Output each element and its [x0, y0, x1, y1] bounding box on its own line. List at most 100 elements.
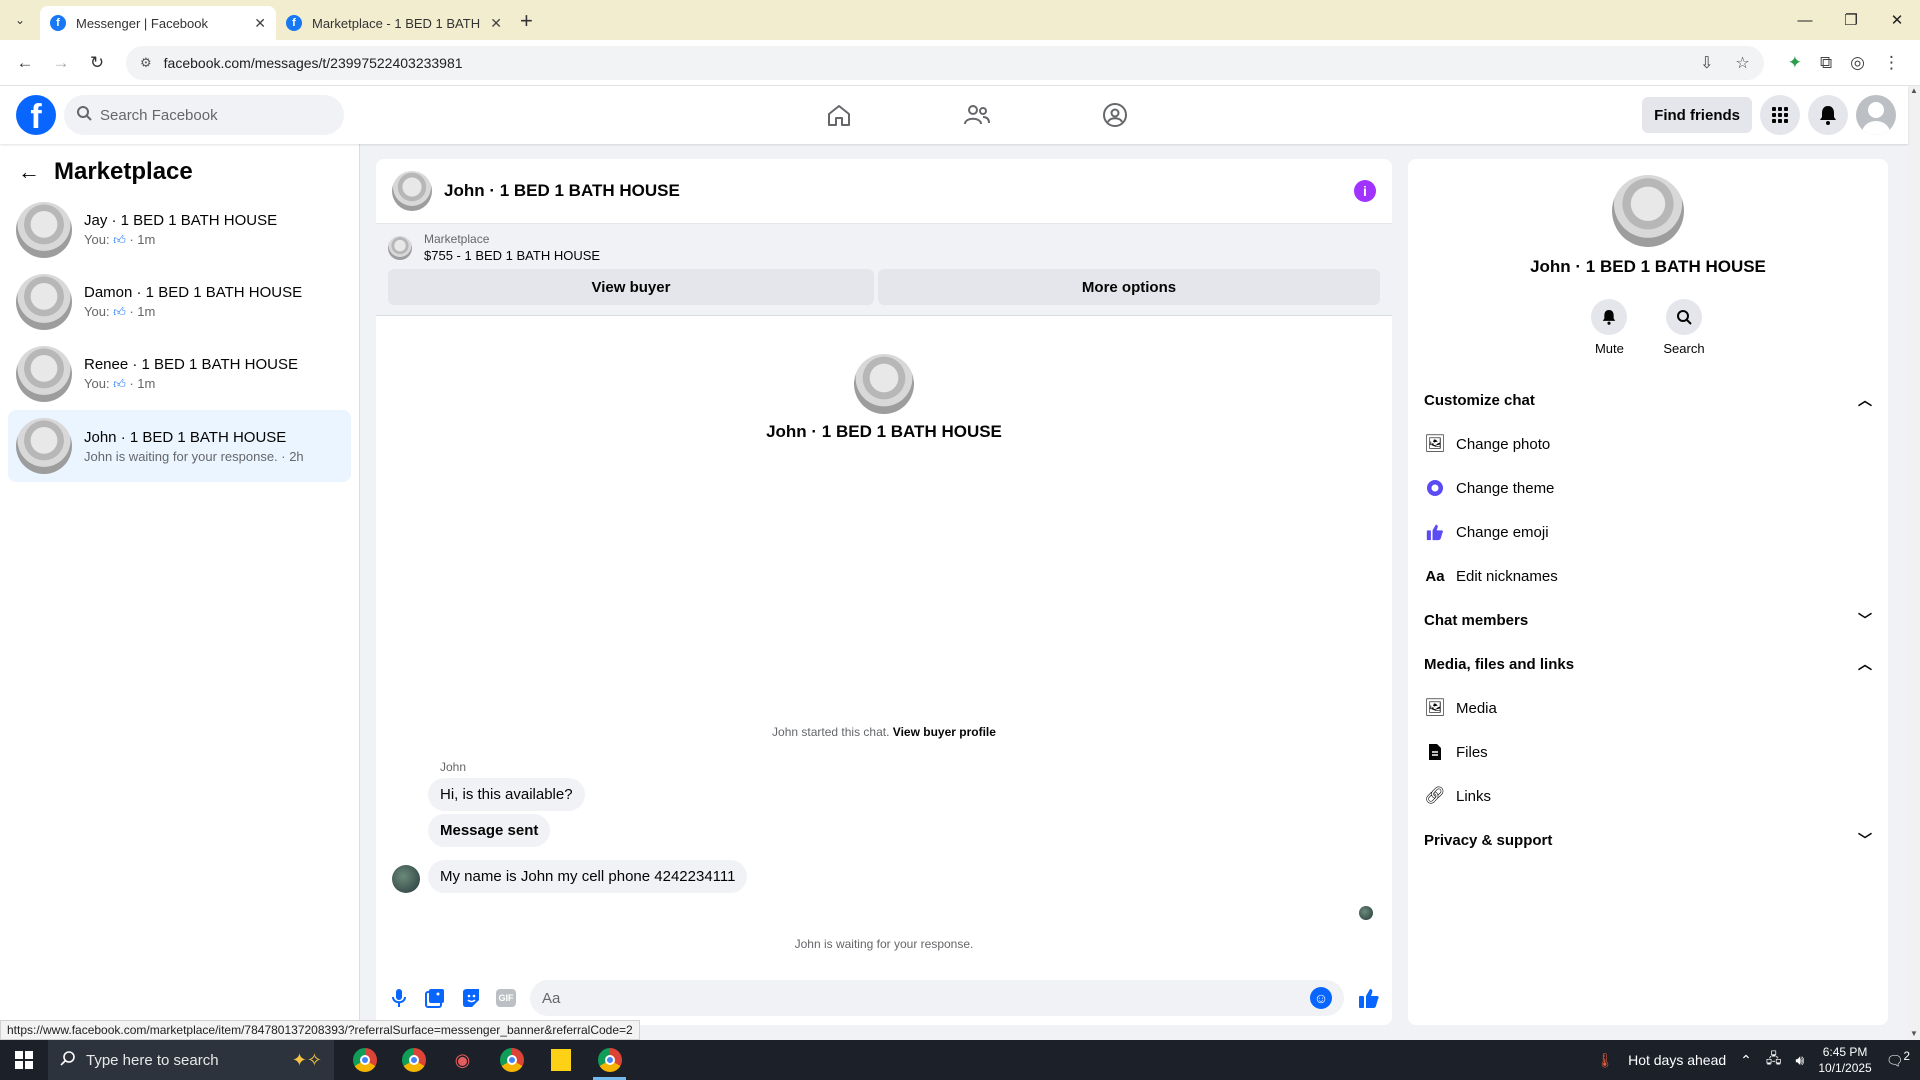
view-buyer-profile-link[interactable]: View buyer profile	[893, 725, 996, 739]
address-bar[interactable]: ⚙ facebook.com/messages/t/23997522403233…	[126, 45, 1764, 80]
close-icon[interactable]: ✕	[490, 15, 502, 32]
notifications-icon[interactable]: 🗨︎2	[1886, 1050, 1910, 1070]
customize-chat-section[interactable]: Customize chat ︿	[1424, 378, 1872, 422]
taskbar-sticky-notes-app[interactable]	[536, 1040, 585, 1080]
weather-thermometer-icon[interactable]: 🌡︎	[1596, 1052, 1614, 1069]
network-icon[interactable]: 🖧︎	[1766, 1048, 1782, 1072]
facebook-favicon-icon: f	[50, 15, 66, 31]
weather-text[interactable]: Hot days ahead	[1628, 1052, 1726, 1068]
more-options-button[interactable]: More options	[878, 269, 1380, 305]
view-buyer-button[interactable]: View buyer	[388, 269, 875, 305]
details-avatar[interactable]	[1612, 175, 1684, 247]
install-app-icon[interactable]: ⇩	[1700, 53, 1713, 73]
browser-tab-messenger[interactable]: f Messenger | Facebook ✕	[40, 6, 276, 40]
facebook-logo[interactable]: f	[16, 95, 56, 135]
waiting-notice: John is waiting for your response.	[794, 937, 974, 951]
site-info-icon[interactable]: ⚙	[140, 55, 152, 71]
edit-nicknames-item[interactable]: Aa Edit nicknames	[1424, 554, 1872, 598]
sticker-icon[interactable]	[460, 987, 482, 1009]
close-window-icon[interactable]: ✕	[1874, 11, 1920, 29]
taskbar-chrome-app[interactable]	[389, 1040, 438, 1080]
chat-title[interactable]: John · 1 BED 1 BATH HOUSE	[444, 181, 680, 201]
listing-thumbnail	[16, 274, 72, 330]
change-photo-item[interactable]: 🖼︎ Change photo	[1424, 422, 1872, 466]
forward-icon[interactable]: →	[46, 48, 76, 78]
chevron-down-icon: ﹀	[1858, 832, 1872, 848]
search-conversation-button[interactable]: Search	[1663, 299, 1705, 356]
extension-icon[interactable]: ✦	[1788, 53, 1802, 73]
conversation-item-john[interactable]: John · 1 BED 1 BATH HOUSE John is waitin…	[8, 410, 351, 482]
bell-icon	[1591, 299, 1628, 335]
media-files-links-section[interactable]: Media, files and links ︿	[1424, 642, 1872, 686]
restore-icon[interactable]: ❐	[1828, 11, 1874, 29]
notifications-bell-icon[interactable]	[1808, 95, 1848, 135]
change-emoji-item[interactable]: Change emoji	[1424, 510, 1872, 554]
listing-thumbnail	[16, 346, 72, 402]
account-avatar[interactable]	[1856, 95, 1896, 135]
gif-icon[interactable]: GIF	[496, 989, 516, 1007]
message-bubble[interactable]: My name is John my cell phone 4242234111	[428, 860, 748, 893]
emoji-icon[interactable]: ☺	[1310, 987, 1332, 1009]
reload-icon[interactable]: ↻	[82, 48, 112, 78]
facebook-search-input[interactable]: Search Facebook	[64, 95, 344, 135]
taskbar-chrome-app[interactable]	[585, 1040, 634, 1080]
taskbar-chrome-app[interactable]	[340, 1040, 389, 1080]
tab-search-button[interactable]: ⌄	[6, 6, 34, 34]
page-scrollbar[interactable]: ▲ ▼	[1908, 86, 1920, 1040]
back-arrow-icon[interactable]: ←	[18, 159, 40, 185]
close-icon[interactable]: ✕	[254, 15, 266, 32]
nav-friends[interactable]	[908, 86, 1046, 144]
file-icon	[1424, 743, 1446, 761]
message-bubble[interactable]: Message sent	[428, 814, 551, 847]
clock-date: 10/1/2025	[1818, 1061, 1872, 1075]
section-label: Media, files and links	[1424, 655, 1575, 673]
item-label: Change photo	[1456, 435, 1551, 453]
media-item[interactable]: 🖼︎ Media	[1424, 686, 1872, 730]
thumbs-up-send-icon[interactable]	[1358, 987, 1380, 1009]
menu-grid-icon[interactable]	[1760, 95, 1800, 135]
section-label: Chat members	[1424, 611, 1529, 629]
sender-avatar[interactable]	[392, 865, 420, 893]
browser-tab-marketplace[interactable]: f Marketplace - 1 BED 1 BATH HO ✕	[276, 6, 512, 40]
taskbar-clock[interactable]: 6:45 PM 10/1/2025	[1818, 1044, 1871, 1076]
back-icon[interactable]: ←	[10, 48, 40, 78]
windows-start-icon[interactable]	[0, 1040, 48, 1080]
attach-photo-icon[interactable]	[424, 987, 446, 1009]
scroll-up-arrow-icon[interactable]: ▲	[1908, 86, 1920, 95]
window-controls: — ❐ ✕	[1782, 0, 1920, 40]
thumbs-up-icon: 👍︎	[113, 233, 126, 247]
chevron-up-icon: ︿	[1858, 656, 1872, 672]
find-friends-button[interactable]: Find friends	[1642, 97, 1752, 133]
nav-groups[interactable]	[1046, 86, 1184, 144]
conversation-item-jay[interactable]: Jay · 1 BED 1 BATH HOUSE You: 👍︎ · 1m	[8, 194, 351, 266]
bookmark-star-icon[interactable]: ☆	[1735, 53, 1749, 73]
info-icon[interactable]: i	[1354, 180, 1376, 202]
privacy-support-section[interactable]: Privacy & support ﹀	[1424, 818, 1872, 862]
minimize-icon[interactable]: —	[1782, 12, 1828, 29]
taskbar-app[interactable]: ◉	[438, 1040, 487, 1080]
taskbar-search-input[interactable]: Type here to search ✦✧	[48, 1040, 334, 1080]
chat-members-section[interactable]: Chat members ﹀	[1424, 598, 1872, 642]
conversation-item-renee[interactable]: Renee · 1 BED 1 BATH HOUSE You: 👍︎ · 1m	[8, 338, 351, 410]
scroll-down-arrow-icon[interactable]: ▼	[1908, 1029, 1920, 1038]
message-bubble[interactable]: Hi, is this available?	[428, 778, 585, 811]
theme-icon	[1424, 479, 1446, 497]
mute-button[interactable]: Mute	[1591, 299, 1628, 356]
new-tab-button[interactable]: +	[520, 8, 533, 34]
microphone-icon[interactable]	[388, 987, 410, 1009]
message-input[interactable]: Aa ☺	[530, 980, 1344, 1016]
volume-icon[interactable]: 🔊︎	[1796, 1052, 1805, 1069]
links-item[interactable]: 🔗︎ Links	[1424, 774, 1872, 818]
extensions-puzzle-icon[interactable]: ⧉	[1820, 53, 1832, 73]
change-theme-item[interactable]: Change theme	[1424, 466, 1872, 510]
groups-icon	[1103, 103, 1127, 127]
menu-dots-icon[interactable]: ⋮	[1883, 53, 1900, 73]
conversation-item-damon[interactable]: Damon · 1 BED 1 BATH HOUSE You: 👍︎ · 1m	[8, 266, 351, 338]
files-item[interactable]: Files	[1424, 730, 1872, 774]
nav-home[interactable]	[770, 86, 908, 144]
chat-avatar[interactable]	[392, 171, 432, 211]
taskbar-chrome-app[interactable]	[487, 1040, 536, 1080]
banner-listing[interactable]: $755 - 1 BED 1 BATH HOUSE	[424, 248, 600, 263]
chevron-up-icon[interactable]: ⌃	[1740, 1052, 1752, 1069]
profile-icon[interactable]: ◎	[1850, 53, 1865, 73]
